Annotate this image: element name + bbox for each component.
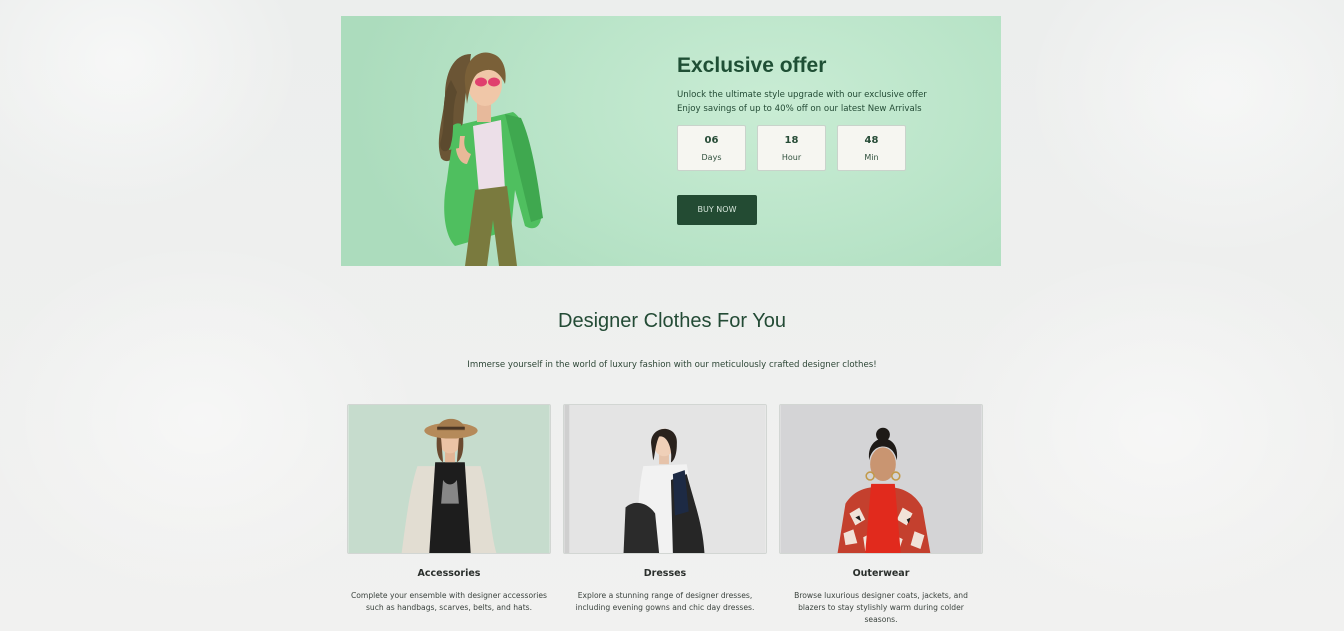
- offer-content: Exclusive offer Unlock the ultimate styl…: [677, 52, 977, 225]
- countdown-value: 18: [784, 135, 799, 146]
- countdown-minutes: 48 Min: [837, 125, 906, 171]
- dresses-image[interactable]: [563, 404, 767, 554]
- accessories-image[interactable]: [347, 404, 551, 554]
- category-title: Accessories: [417, 568, 481, 579]
- category-card-outerwear[interactable]: Outerwear Browse luxurious designer coat…: [779, 404, 983, 626]
- category-description: Browse luxurious designer coats, jackets…: [794, 591, 968, 624]
- offer-banner: Exclusive offer Unlock the ultimate styl…: [341, 16, 1001, 266]
- countdown-label: Days: [701, 153, 722, 162]
- countdown-days: 06 Days: [677, 125, 746, 171]
- section-subtitle: Immerse yourself in the world of luxury …: [467, 360, 877, 370]
- category-card-accessories[interactable]: Accessories Complete your ensemble with …: [347, 404, 551, 626]
- countdown-hours: 18 Hour: [757, 125, 826, 171]
- countdown-value: 06: [704, 135, 719, 146]
- offer-description: Unlock the ultimate style upgrade with o…: [677, 90, 927, 114]
- countdown-value: 48: [864, 135, 879, 146]
- category-description: Complete your ensemble with designer acc…: [350, 591, 548, 612]
- category-title: Outerwear: [852, 568, 910, 579]
- category-cards: Accessories Complete your ensemble with …: [347, 404, 983, 626]
- offer-model-image: [438, 52, 543, 266]
- countdown-label: Min: [864, 153, 879, 162]
- category-title: Dresses: [643, 568, 687, 579]
- page: Exclusive offer Unlock the ultimate styl…: [0, 0, 1344, 631]
- outerwear-image[interactable]: [779, 404, 983, 554]
- countdown-label: Hour: [781, 153, 802, 162]
- countdown: 06 Days 18 Hour 48 Min: [677, 125, 977, 171]
- section-title: Designer Clothes For You: [558, 310, 786, 332]
- category-description: Explore a stunning range of designer dre…: [575, 591, 755, 612]
- category-card-dresses[interactable]: Dresses Explore a stunning range of desi…: [563, 404, 767, 626]
- offer-title: Exclusive offer: [677, 54, 827, 77]
- buy-now-button[interactable]: BUY NOW: [677, 195, 757, 225]
